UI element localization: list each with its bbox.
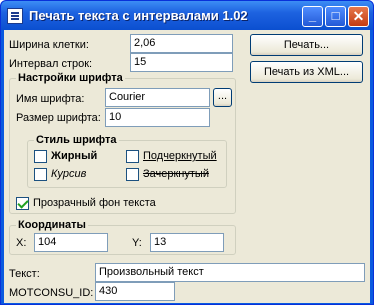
text-input[interactable]: Произвольный текст [95, 263, 365, 282]
underline-checkbox[interactable] [126, 150, 139, 163]
window-title: Печать текста с интервалами 1.02 [29, 8, 248, 23]
dialog-client-area: Ширина клетки: 2,06 Интервал строк: 15 П… [4, 30, 370, 303]
print-xml-button[interactable]: Печать из XML... [250, 61, 363, 83]
y-label: Y: [132, 237, 142, 249]
coordinates-group: Координаты X: 104 Y: 13 [9, 219, 236, 255]
font-name-input[interactable]: Courier [105, 88, 210, 107]
app-icon [7, 8, 23, 24]
minimize-button[interactable]: _ [302, 6, 323, 27]
x-label: X: [16, 237, 27, 249]
title-bar[interactable]: Печать текста с интервалами 1.02 _ □ ✕ [1, 1, 373, 30]
close-button[interactable]: ✕ [348, 6, 369, 27]
y-input[interactable]: 13 [150, 233, 224, 252]
font-name-label: Имя шрифта: [16, 93, 85, 105]
strikeout-label[interactable]: Зачеркнутый [143, 168, 209, 180]
maximize-button[interactable]: □ [325, 6, 346, 27]
line-interval-input[interactable]: 15 [130, 53, 233, 72]
font-style-title: Стиль шрифта [34, 134, 119, 146]
italic-checkbox[interactable] [34, 168, 47, 181]
x-input[interactable]: 104 [34, 233, 108, 252]
transparent-bg-checkbox[interactable] [16, 197, 29, 210]
font-settings-group: Настройки шрифта Имя шрифта: Courier ...… [9, 72, 236, 214]
font-size-label: Размер шрифта: [16, 112, 101, 124]
font-style-group: Стиль шрифта Жирный Подчеркнутый Курсив … [27, 134, 227, 188]
text-label: Текст: [9, 268, 40, 280]
strikeout-checkbox[interactable] [126, 168, 139, 181]
line-interval-label: Интервал строк: [9, 58, 93, 70]
cell-width-label: Ширина клетки: [9, 39, 89, 51]
transparent-bg-label[interactable]: Прозрачный фон текста [33, 197, 156, 209]
font-settings-title: Настройки шрифта [16, 72, 125, 84]
motconsu-label: MOTCONSU_ID: [9, 287, 94, 299]
coordinates-title: Координаты [16, 219, 88, 231]
bold-label[interactable]: Жирный [51, 150, 97, 162]
cell-width-input[interactable]: 2,06 [130, 34, 233, 53]
font-size-input[interactable]: 10 [105, 108, 210, 127]
app-window: Печать текста с интервалами 1.02 _ □ ✕ Ш… [0, 0, 374, 305]
italic-label[interactable]: Курсив [51, 168, 86, 180]
bold-checkbox[interactable] [34, 150, 47, 163]
print-button[interactable]: Печать... [250, 34, 363, 56]
font-browse-button[interactable]: ... [213, 88, 232, 107]
motconsu-input[interactable]: 430 [95, 282, 175, 301]
underline-label[interactable]: Подчеркнутый [143, 150, 217, 162]
